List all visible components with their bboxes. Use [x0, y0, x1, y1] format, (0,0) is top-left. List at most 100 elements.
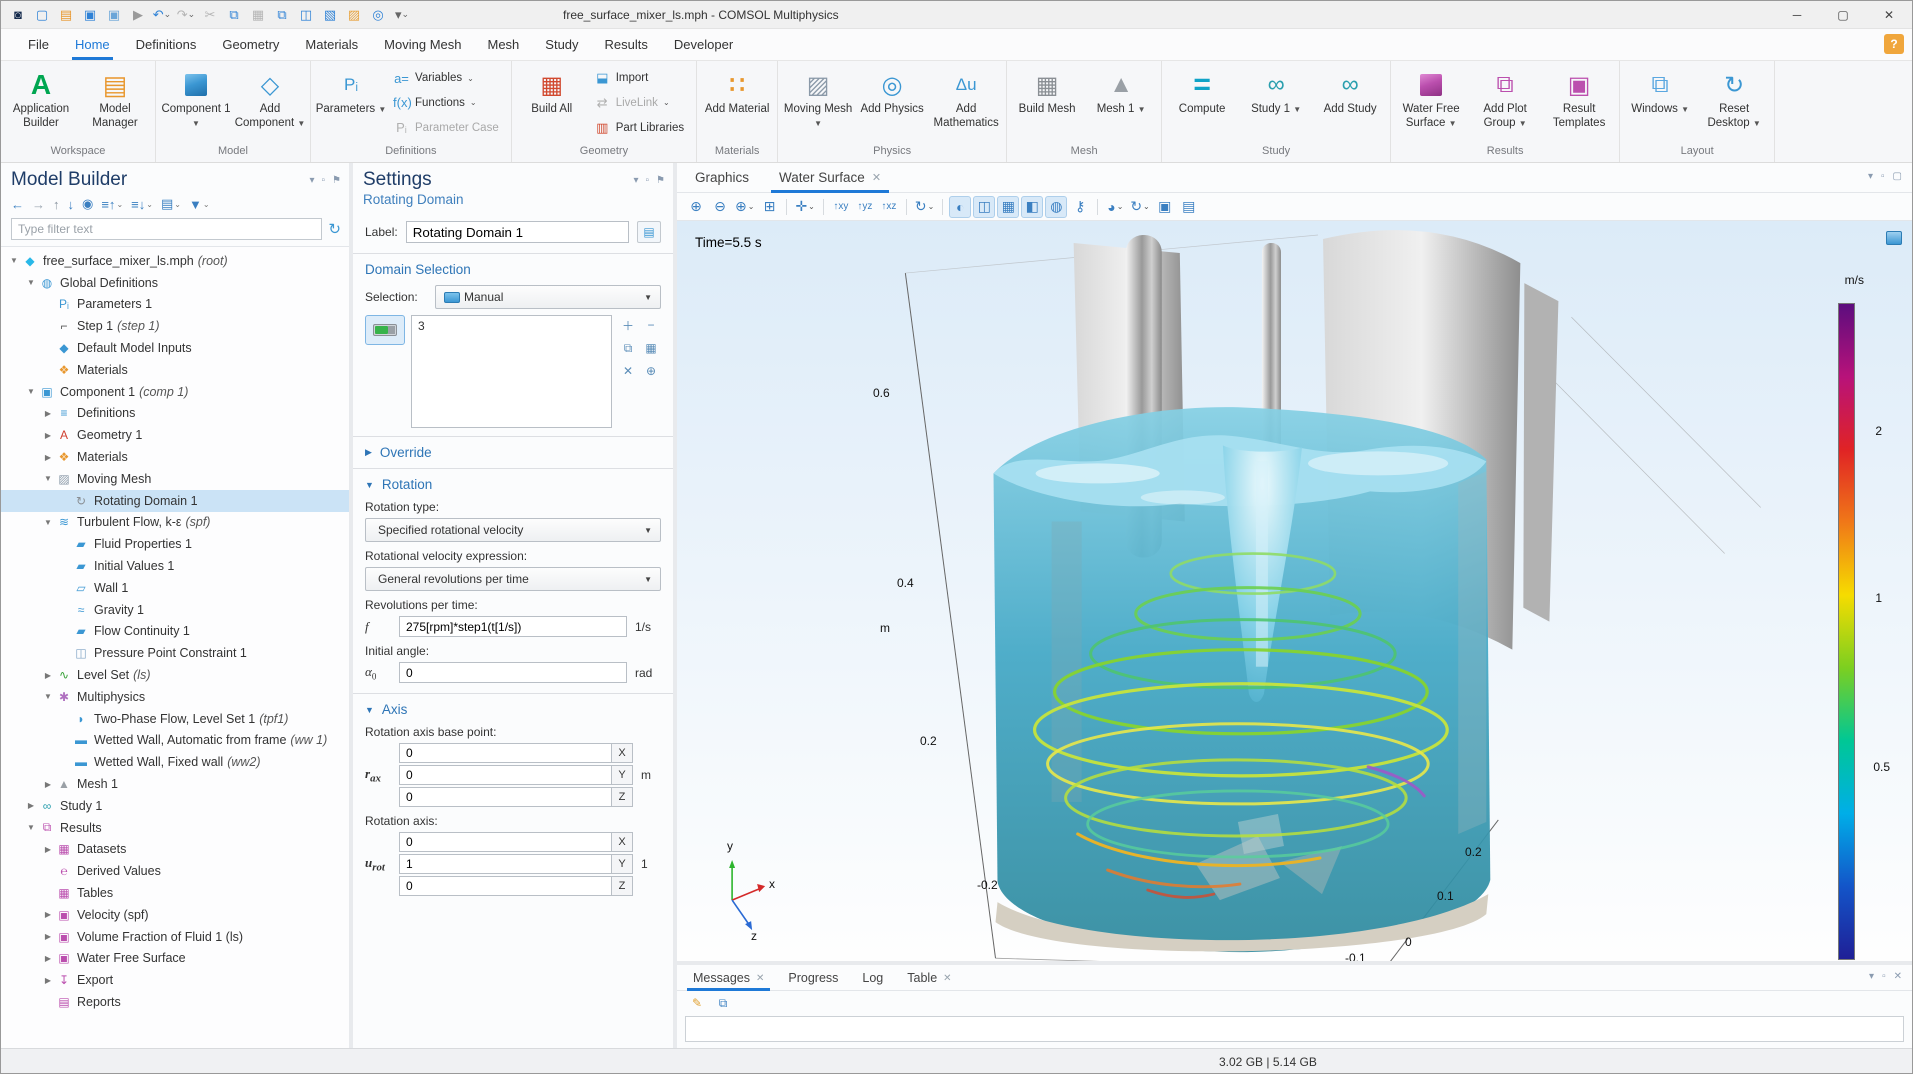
show-grid-icon[interactable]: ▦: [997, 196, 1019, 218]
import-button[interactable]: ⬓Import: [592, 69, 690, 87]
paste-icon[interactable]: ▦: [247, 4, 269, 26]
revolutions-input[interactable]: [399, 616, 627, 637]
remove-icon[interactable]: −: [641, 315, 661, 335]
plot-properties-icon[interactable]: [1886, 231, 1902, 245]
parameters-button[interactable]: PᵢParameters ▼: [315, 64, 387, 142]
run-icon[interactable]: ▶: [127, 4, 149, 26]
collapse-panel-icon[interactable]: ▾: [1869, 971, 1874, 982]
add-physics-button[interactable]: ◎Add Physics: [856, 64, 928, 142]
save-as-icon[interactable]: ▣: [103, 4, 125, 26]
move-down-icon[interactable]: ↓: [68, 197, 75, 212]
functions-button[interactable]: f(x)Functions ⌄: [391, 94, 505, 111]
zoom-box-icon[interactable]: ⊕⌄: [733, 196, 756, 218]
customize-toolbar-icon[interactable]: ▾ ⌄: [391, 4, 413, 26]
ribbon-tab-materials[interactable]: Materials: [292, 29, 371, 60]
build-all-button[interactable]: ▦Build All: [516, 64, 588, 142]
rotate-view-icon[interactable]: ↻⌄: [913, 196, 936, 218]
maximize-panel-icon[interactable]: ▢: [1893, 171, 1902, 182]
pin-panel-icon[interactable]: ⚑: [332, 175, 341, 186]
filter-icon[interactable]: ▼⌄: [189, 197, 210, 212]
selection-dropdown[interactable]: Manual ▼: [435, 285, 661, 309]
ribbon-tab-geometry[interactable]: Geometry: [209, 29, 292, 60]
build-mesh-button[interactable]: ▦Build Mesh: [1011, 64, 1083, 142]
plot-3d-scene[interactable]: [677, 221, 1912, 961]
water-free-surface-button[interactable]: Water Free Surface ▼: [1395, 64, 1467, 142]
zoom-out-icon[interactable]: ⊖: [709, 196, 731, 218]
livelink-button[interactable]: ⇄LiveLink ⌄: [592, 94, 690, 112]
chevron-right-icon[interactable]: ▶: [41, 976, 55, 985]
copy-text-icon[interactable]: ⧉: [713, 994, 733, 1013]
rotation-type-dropdown[interactable]: Specified rotational velocity ▼: [365, 518, 661, 542]
chevron-down-icon[interactable]: ▼: [24, 387, 38, 396]
cut-icon[interactable]: ✂: [199, 4, 221, 26]
ribbon-tab-mesh[interactable]: Mesh: [474, 29, 532, 60]
velocity-expression-dropdown[interactable]: General revolutions per time ▼: [365, 567, 661, 591]
collapse-panel-icon[interactable]: ▾: [633, 175, 638, 186]
tree-node[interactable]: ▶▦Datasets: [1, 839, 349, 861]
move-up-icon[interactable]: ↑: [53, 197, 60, 212]
chevron-right-icon[interactable]: ▶: [41, 845, 55, 854]
select-box-icon[interactable]: ▧: [319, 4, 341, 26]
label-input[interactable]: [406, 221, 629, 243]
chevron-right-icon[interactable]: ▶: [41, 932, 55, 941]
ribbon-tab-developer[interactable]: Developer: [661, 29, 746, 60]
duplicate-icon[interactable]: ⧉: [271, 4, 293, 26]
tree-node[interactable]: ▶∿Level Set(ls): [1, 664, 349, 686]
close-button[interactable]: ✕: [1866, 1, 1912, 28]
add-plot-group-button[interactable]: ⧉Add Plot Group ▼: [1469, 64, 1541, 142]
tree-node[interactable]: ▬Wetted Wall, Automatic from frame(ww 1): [1, 730, 349, 752]
environment-reflections-icon[interactable]: ◫: [973, 196, 995, 218]
add-icon[interactable]: ＋: [618, 315, 638, 335]
tab-graphics[interactable]: Graphics: [687, 165, 757, 192]
tree-node[interactable]: ▼≋Turbulent Flow, k-ε(spf): [1, 512, 349, 534]
section-override[interactable]: ▶ Override: [365, 445, 661, 460]
clear-icon[interactable]: ✕: [618, 361, 638, 381]
tree-node[interactable]: ❖Materials: [1, 359, 349, 381]
new-file-icon[interactable]: ▢: [31, 4, 53, 26]
tree-node[interactable]: ▼◆free_surface_mixer_ls.mph(root): [1, 250, 349, 272]
expand-all-icon[interactable]: ≡↑⌄: [101, 197, 123, 212]
add-component-button[interactable]: ◇Add Component ▼: [234, 64, 306, 142]
tab-progress[interactable]: Progress: [782, 968, 844, 990]
tree-node[interactable]: ▼⧉Results: [1, 817, 349, 839]
go-back-icon[interactable]: ←: [11, 197, 24, 212]
tree-node[interactable]: ◆Default Model Inputs: [1, 337, 349, 359]
ribbon-tab-definitions[interactable]: Definitions: [123, 29, 210, 60]
view-yz-icon[interactable]: ↑yz: [854, 196, 876, 218]
tree-node[interactable]: ◫Pressure Point Constraint 1: [1, 642, 349, 664]
copy-icon[interactable]: ⧉: [618, 338, 638, 358]
chevron-right-icon[interactable]: ▶: [41, 954, 55, 963]
chevron-right-icon[interactable]: ▶: [24, 801, 38, 810]
graphics-canvas[interactable]: Time=5.5 s 0.6 0.4 m 0.2 -0.2 0.2 0.1 0 …: [677, 221, 1912, 961]
result-templates-button[interactable]: ▣Result Templates: [1543, 64, 1615, 142]
tree-node[interactable]: ▤Reports: [1, 991, 349, 1013]
moving-mesh-button[interactable]: ▨Moving Mesh ▼: [782, 64, 854, 142]
undo-icon[interactable]: ↶ ⌄: [151, 4, 173, 26]
tab-messages[interactable]: Messages ✕: [687, 968, 770, 990]
lock-view-icon[interactable]: ⚷: [1069, 196, 1091, 218]
tree-node[interactable]: PᵢParameters 1: [1, 294, 349, 316]
mesh-button[interactable]: ▲Mesh 1 ▼: [1085, 64, 1157, 142]
tree-node[interactable]: ▰Initial Values 1: [1, 555, 349, 577]
scene-light-icon[interactable]: ◐: [949, 196, 971, 218]
go-forward-icon[interactable]: →: [32, 197, 45, 212]
ribbon-tab-results[interactable]: Results: [592, 29, 661, 60]
chevron-down-icon[interactable]: ▼: [7, 256, 21, 265]
ribbon-tab-file[interactable]: File: [15, 29, 62, 60]
collapse-panel-icon[interactable]: ▾: [309, 175, 314, 186]
chevron-right-icon[interactable]: ▶: [41, 431, 55, 440]
application-builder-button[interactable]: AApplication Builder: [5, 64, 77, 142]
component-button[interactable]: Component 1 ▼: [160, 64, 232, 142]
clear-selection-icon[interactable]: ▨: [343, 4, 365, 26]
update-plot-icon[interactable]: ↻⌄: [1128, 196, 1151, 218]
tree-node[interactable]: ▬Wetted Wall, Fixed wall(ww2): [1, 751, 349, 773]
float-panel-icon[interactable]: ▫: [1882, 971, 1886, 982]
tree-node[interactable]: ▰Flow Continuity 1: [1, 621, 349, 643]
activate-selection-toggle[interactable]: [365, 315, 405, 345]
add-study-button[interactable]: ∞Add Study: [1314, 64, 1386, 142]
clipping-icon[interactable]: ◍: [1045, 196, 1067, 218]
save-icon[interactable]: ▣: [79, 4, 101, 26]
redo-icon[interactable]: ↷ ⌄: [175, 4, 197, 26]
rotation-axis-x-input[interactable]: [399, 832, 611, 852]
study-button[interactable]: ∞Study 1 ▼: [1240, 64, 1312, 142]
